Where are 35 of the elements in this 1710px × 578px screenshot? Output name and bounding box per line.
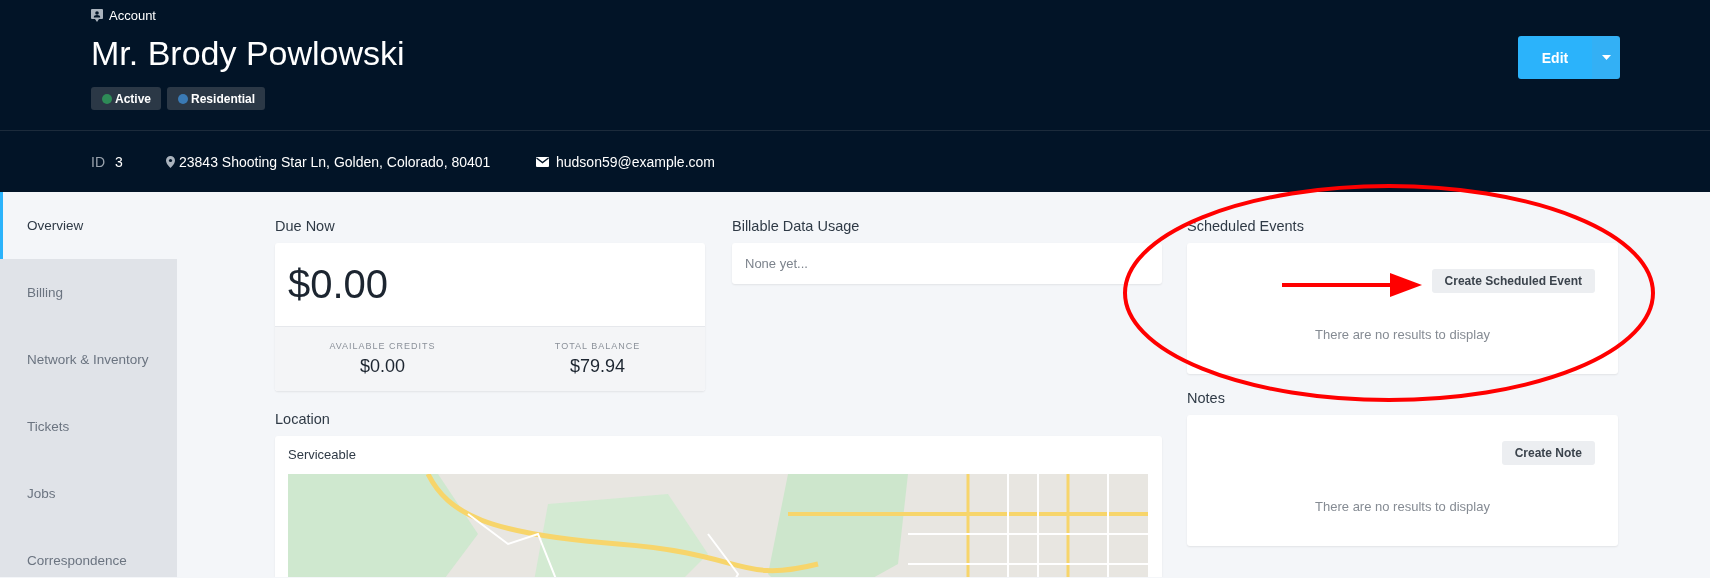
sidebar-item[interactable]: Billing [0, 259, 177, 326]
account-icon [91, 9, 103, 22]
map-pin-icon [166, 155, 175, 168]
caret-icon [1601, 55, 1611, 60]
status-badge: Active [91, 87, 162, 110]
status-badge: Residential [167, 87, 266, 110]
section-title: Billable Data Usage [732, 218, 861, 235]
edit-button[interactable]: Edit [1518, 36, 1592, 79]
section-title: Location [275, 411, 331, 428]
empty-text: None yet... [744, 255, 809, 273]
due-amount: $0.00 [287, 261, 390, 308]
create-note-button[interactable]: Create Note [1501, 441, 1595, 465]
serviceable-status: Serviceable [287, 446, 357, 464]
section-title: Notes [1187, 390, 1226, 407]
stat-label: AVAILABLE CREDITS [329, 341, 436, 351]
empty-text: There are no results to display [1314, 326, 1491, 344]
empty-text: There are no results to display [1314, 498, 1491, 516]
id-value: 3 [115, 153, 123, 170]
stat-value: $79.94 [569, 356, 626, 377]
stat-value: $0.00 [359, 356, 405, 377]
section-title: Due Now [275, 218, 336, 235]
create-event-button[interactable]: Create Scheduled Event [1431, 269, 1595, 293]
stat-label: TOTAL BALANCE [554, 341, 641, 351]
sidebar-item[interactable]: Network & Inventory [0, 326, 177, 393]
address-text: 23843 Shooting Star Ln, Golden, Colorado, 80401 [179, 153, 491, 170]
section-label: Account [109, 8, 156, 23]
id-label: ID [91, 153, 105, 170]
sidebar-item[interactable]: Jobs [0, 460, 177, 527]
envelope-icon [536, 156, 549, 167]
account-name: Mr. Brody Powlowski [91, 33, 405, 73]
email-text: hudson59@example.com [556, 153, 715, 170]
sidebar-item[interactable]: Tickets [0, 393, 177, 460]
dropdown-button[interactable] [1592, 36, 1620, 79]
sidebar-item[interactable]: Correspondence [0, 527, 177, 577]
section-title: Scheduled Events [1187, 218, 1305, 235]
